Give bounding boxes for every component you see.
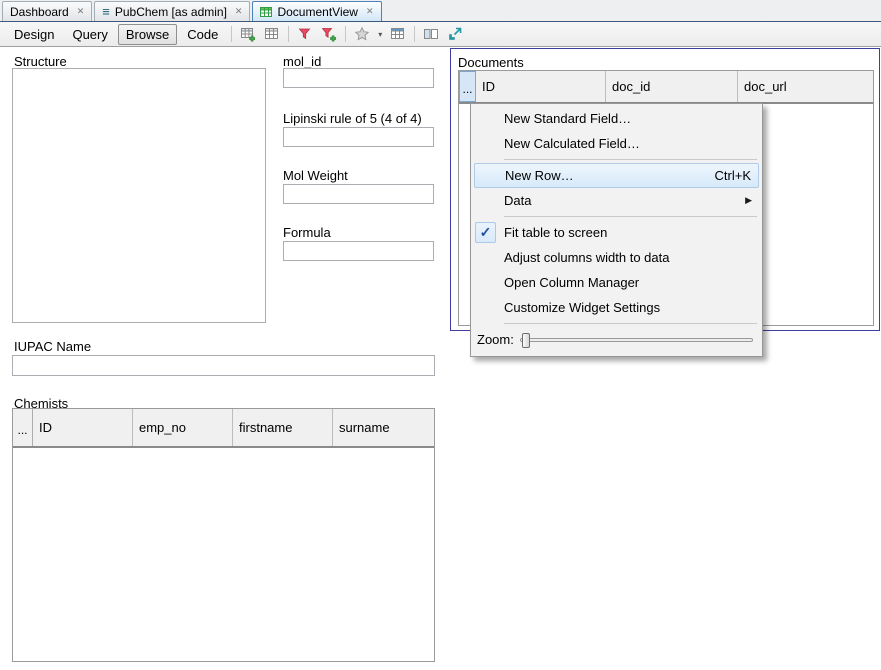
- menu-item-label: Fit table to screen: [504, 225, 607, 240]
- toolbar-separator: [288, 26, 289, 42]
- mol-weight-input[interactable]: [283, 184, 434, 204]
- menu-item-new-row[interactable]: New Row… Ctrl+K: [474, 163, 759, 188]
- menu-item-adjust-columns-width[interactable]: Adjust columns width to data: [471, 245, 762, 270]
- close-icon[interactable]: ✕: [77, 6, 85, 17]
- column-header-firstname[interactable]: firstname: [233, 409, 333, 446]
- menu-item-label: New Row…: [505, 168, 574, 183]
- menu-item-customize-widget-settings[interactable]: Customize Widget Settings: [471, 295, 762, 320]
- menu-item-fit-table-to-screen[interactable]: ✓ Fit table to screen: [471, 220, 762, 245]
- menu-separator: [504, 323, 757, 324]
- column-header-id[interactable]: ID: [476, 71, 606, 102]
- zoom-slider[interactable]: [520, 338, 753, 342]
- chemists-table-header: ... ID emp_no firstname surname: [13, 409, 434, 448]
- expand-widget-button[interactable]: [443, 24, 467, 45]
- design-mode-button[interactable]: Design: [6, 24, 62, 45]
- mol-id-input[interactable]: [283, 68, 434, 88]
- tab-label: PubChem [as admin]: [115, 5, 227, 19]
- favorites-icon: [354, 26, 370, 42]
- checkmark-icon: ✓: [475, 222, 496, 243]
- lipinski-label: Lipinski rule of 5 (4 of 4): [283, 111, 422, 126]
- expand-widget-icon: [447, 26, 463, 42]
- split-view-icon: [423, 26, 439, 42]
- tab-dashboard[interactable]: Dashboard ✕: [2, 1, 92, 21]
- zoom-slider-thumb[interactable]: [522, 333, 530, 348]
- menu-item-label: New Standard Field…: [504, 111, 631, 126]
- chevron-down-icon: ▾: [378, 30, 382, 39]
- menu-item-data[interactable]: Data ▶: [471, 188, 762, 213]
- iupac-name-input[interactable]: [12, 355, 435, 376]
- structure-viewer[interactable]: [12, 68, 266, 323]
- table-icon: [264, 26, 280, 42]
- table-data-icon: [390, 26, 406, 42]
- menu-item-label: Customize Widget Settings: [504, 300, 660, 315]
- documents-panel-label: Documents: [458, 55, 524, 70]
- menu-item-label: Data: [504, 193, 531, 208]
- menu-item-label: New Calculated Field…: [504, 136, 640, 151]
- column-header-doc-url[interactable]: doc_url: [738, 71, 873, 102]
- favorites-dropdown-button[interactable]: ▾: [374, 24, 386, 45]
- toolbar-separator: [231, 26, 232, 42]
- split-view-button[interactable]: [419, 24, 443, 45]
- toolbar-separator: [345, 26, 346, 42]
- list-icon: ≡: [102, 5, 110, 18]
- tab-bar: Dashboard ✕ ≡ PubChem [as admin] ✕ Docum…: [0, 0, 881, 22]
- column-header-surname[interactable]: surname: [333, 409, 434, 446]
- structure-label: Structure: [14, 54, 67, 69]
- green-table-icon: [260, 6, 272, 18]
- tab-pubchem[interactable]: ≡ PubChem [as admin] ✕: [94, 1, 250, 21]
- chemists-table: ... ID emp_no firstname surname: [12, 408, 435, 662]
- tab-label: DocumentView: [277, 5, 357, 19]
- lipinski-input[interactable]: [283, 127, 434, 147]
- tab-documentview[interactable]: DocumentView ✕: [252, 1, 381, 21]
- close-icon[interactable]: ✕: [366, 6, 374, 17]
- formula-input[interactable]: [283, 241, 434, 261]
- documents-table-header: ... ID doc_id doc_url: [459, 71, 873, 104]
- submenu-arrow-icon: ▶: [745, 195, 752, 206]
- column-header-id[interactable]: ID: [33, 409, 133, 446]
- iupac-name-label: IUPAC Name: [14, 339, 91, 354]
- toolbar-separator: [414, 26, 415, 42]
- menu-item-label: Adjust columns width to data: [504, 250, 669, 265]
- query-mode-button[interactable]: Query: [64, 24, 115, 45]
- table-button[interactable]: [260, 24, 284, 45]
- add-table-icon: [240, 26, 256, 42]
- add-filter-icon: [321, 26, 337, 42]
- mol-weight-label: Mol Weight: [283, 168, 348, 183]
- add-filter-button[interactable]: [317, 24, 341, 45]
- zoom-label: Zoom:: [477, 332, 514, 347]
- menu-item-new-standard-field[interactable]: New Standard Field…: [471, 106, 762, 131]
- column-header-emp-no[interactable]: emp_no: [133, 409, 233, 446]
- browse-mode-button[interactable]: Browse: [118, 24, 177, 45]
- code-mode-button[interactable]: Code: [179, 24, 226, 45]
- documents-table-corner-button[interactable]: ...: [459, 71, 476, 102]
- menu-item-label: Open Column Manager: [504, 275, 639, 290]
- menu-item-new-calculated-field[interactable]: New Calculated Field…: [471, 131, 762, 156]
- menu-separator: [504, 216, 757, 217]
- context-menu: New Standard Field… New Calculated Field…: [470, 103, 763, 357]
- add-table-button[interactable]: [236, 24, 260, 45]
- column-header-doc-id[interactable]: doc_id: [606, 71, 738, 102]
- tab-label: Dashboard: [10, 5, 69, 19]
- favorites-button[interactable]: [350, 24, 374, 45]
- table-data-button[interactable]: [386, 24, 410, 45]
- filter-icon: [297, 26, 313, 42]
- menu-item-open-column-manager[interactable]: Open Column Manager: [471, 270, 762, 295]
- menu-item-shortcut: Ctrl+K: [687, 168, 751, 183]
- chemists-table-corner-button[interactable]: ...: [13, 409, 33, 446]
- menu-zoom-row: Zoom:: [471, 327, 762, 354]
- close-icon[interactable]: ✕: [235, 6, 243, 17]
- formula-label: Formula: [283, 225, 331, 240]
- toolbar: Design Query Browse Code ▾: [0, 22, 881, 47]
- menu-separator: [504, 159, 757, 160]
- chemists-table-body[interactable]: [13, 448, 434, 661]
- filter-button[interactable]: [293, 24, 317, 45]
- mol-id-label: mol_id: [283, 54, 321, 69]
